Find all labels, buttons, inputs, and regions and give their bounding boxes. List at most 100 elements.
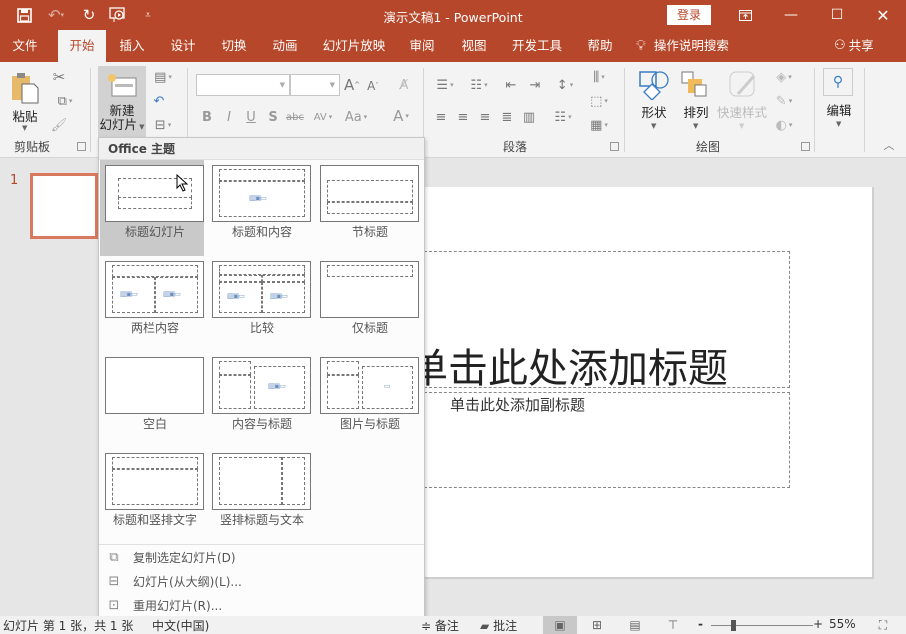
zoom-percent[interactable]: 55% [829,617,856,631]
layout-icon[interactable]: ▤ ▾ [150,68,176,86]
quick-styles-button[interactable]: 快速样式 ▼ [716,68,768,132]
reading-view-icon[interactable]: ▤ [618,616,652,634]
text-shadow-icon[interactable]: S [266,108,280,126]
layout-section-header[interactable]: 节标题 [315,160,419,256]
section-icon[interactable]: ⊟ ▾ [150,116,176,134]
line-spacing-icon[interactable]: ↕ ▾ [552,76,578,94]
new-slide-button[interactable]: 新建 幻灯片 ▼ [98,66,146,138]
close-icon[interactable]: ✕ [860,0,906,30]
tell-me-search[interactable]: 💡︎ 操作说明搜索 [636,30,746,62]
shape-outline-icon[interactable]: ✎ ▾ [770,92,798,110]
quick-styles-icon [729,71,756,97]
slideshow-view-icon[interactable]: ⊤ [656,616,690,634]
strikethrough-icon[interactable]: abc [285,108,305,126]
slide-thumbnail[interactable] [30,173,98,239]
clear-formatting-icon[interactable]: A̸ [394,76,414,94]
tab-review[interactable]: 审阅 [402,30,442,62]
new-slide-icon [108,74,137,97]
collapse-ribbon-icon[interactable]: ︿ [882,138,896,152]
shapes-button[interactable]: 形状 ▼ [634,68,674,132]
language-indicator[interactable]: 中文(中国) [152,617,209,634]
italic-icon[interactable]: I [222,108,236,126]
font-color-icon[interactable]: A ▾ [386,106,416,126]
share-button[interactable]: ⚇ 共享 [834,30,888,62]
layout-content-with-caption[interactable]: ▥▣▭ 内容与标题 [207,352,311,448]
notes-button[interactable]: ≑ 备注 [421,617,459,634]
shape-effects-icon[interactable]: ◐ ▾ [770,116,798,134]
slides-from-outline-menu-item[interactable]: ⊟ 幻灯片(从大纲)(L)... [99,569,424,593]
fit-to-window-icon[interactable]: ⛶ [866,616,900,634]
columns-icon[interactable]: ☷ ▾ [550,108,576,126]
layout-picture-with-caption[interactable]: ▭ 图片与标题 [315,352,419,448]
subtitle-placeholder-text[interactable]: 单击此处添加副标题 [450,394,585,415]
normal-view-icon[interactable]: ▣ [543,616,577,634]
layout-vertical-title-text[interactable]: 竖排标题与文本 [207,448,311,544]
tab-home[interactable]: 开始 [58,30,106,62]
ribbon-display-options-icon[interactable] [722,0,768,30]
slide-sorter-view-icon[interactable]: ⊞ [580,616,614,634]
layout-title-only[interactable]: 仅标题 [315,256,419,352]
align-left-icon[interactable]: ≡ [432,108,450,126]
paste-button[interactable]: 粘贴 ▼ [6,66,44,132]
underline-icon[interactable]: U [244,108,258,126]
tab-design[interactable]: 设计 [163,30,203,62]
format-painter-icon[interactable]: 🖌︎ [50,116,68,134]
font-size-combo[interactable]: ▼ [290,74,340,96]
zoom-in-button[interactable]: + [813,617,823,631]
layout-label: 图片与标题 [339,417,400,431]
paragraph-launcher-icon[interactable] [610,142,619,151]
change-case-icon[interactable]: Aa ▾ [340,108,372,126]
clipboard-launcher-icon[interactable] [77,142,86,151]
tab-help[interactable]: 帮助 [580,30,620,62]
minimize-icon[interactable]: — [768,0,814,30]
tab-view[interactable]: 视图 [454,30,494,62]
distributed-icon[interactable]: ▥ [520,108,538,126]
comments-button[interactable]: ▰ 批注 [480,617,517,634]
zoom-slider-thumb[interactable] [731,620,736,631]
zoom-slider[interactable] [711,625,813,626]
increase-indent-icon[interactable]: ⇥ [526,76,544,94]
status-bar: 幻灯片 第 1 张，共 1 张 中文(中国) ≑ 备注 ▰ 批注 ▣ ⊞ ▤ ⊤… [0,616,906,634]
layout-title-slide[interactable]: 标题幻灯片 [100,160,204,256]
maximize-icon[interactable]: ☐ [814,0,860,30]
login-button[interactable]: 登录 [667,5,711,25]
cut-icon[interactable]: ✂ [50,68,68,86]
decrease-font-size-icon[interactable]: Aˇ [366,78,380,94]
numbering-icon[interactable]: ☷ ▾ [466,76,492,94]
align-center-icon[interactable]: ≡ [454,108,472,126]
text-direction-icon[interactable]: ⫼ ▾ [586,68,612,86]
tab-slideshow[interactable]: 幻灯片放映 [318,30,390,62]
justify-icon[interactable]: ≣ [498,108,516,126]
font-name-combo[interactable]: ▼ [196,74,290,96]
reset-icon[interactable]: ↶ [150,92,168,110]
tab-transitions[interactable]: 切换 [214,30,254,62]
copy-icon[interactable]: ⧉ ▾ [50,92,80,110]
align-text-icon[interactable]: ⬚ ▾ [586,92,612,110]
reuse-slides-menu-item[interactable]: ⊡ 重用幻灯片(R)... [99,593,424,617]
decrease-indent-icon[interactable]: ⇤ [502,76,520,94]
paragraph-group-label: 段落 [503,140,528,154]
align-right-icon[interactable]: ≡ [476,108,494,126]
layout-two-content[interactable]: ▥▣▭ ▥▣▭ 两栏内容 [100,256,204,352]
layout-label: 两栏内容 [130,321,179,335]
zoom-out-button[interactable]: - [698,617,703,631]
layout-title-and-content[interactable]: ▥▣▭ 标题和内容 [207,160,311,256]
tab-developer[interactable]: 开发工具 [508,30,566,62]
editing-button[interactable]: ⚲ 编辑 ▼ [820,66,860,132]
duplicate-slide-menu-item[interactable]: ⧉ 复制选定幻灯片(D) [99,545,424,569]
increase-font-size-icon[interactable]: A ^ [344,76,360,94]
layout-title-vertical-text[interactable]: 标题和竖排文字 [100,448,204,544]
tab-file[interactable]: 文件 [4,30,46,62]
character-spacing-icon[interactable]: AV ▾ [308,108,338,126]
bold-icon[interactable]: B [200,108,214,126]
bullets-icon[interactable]: ☰ ▾ [432,76,458,94]
tab-animations[interactable]: 动画 [265,30,305,62]
layout-comparison[interactable]: ▥▣▭ ▥▣▭ 比较 [207,256,311,352]
convert-smartart-icon[interactable]: ▦ ▾ [586,116,612,134]
tab-insert[interactable]: 插入 [112,30,152,62]
drawing-launcher-icon[interactable] [801,142,810,151]
title-placeholder-text[interactable]: 单击此处添加标题 [408,336,728,394]
shape-fill-icon[interactable]: ◈ ▾ [770,68,798,86]
layout-blank[interactable]: 空白 [100,352,204,448]
arrange-button[interactable]: 排列 ▼ [676,68,716,132]
